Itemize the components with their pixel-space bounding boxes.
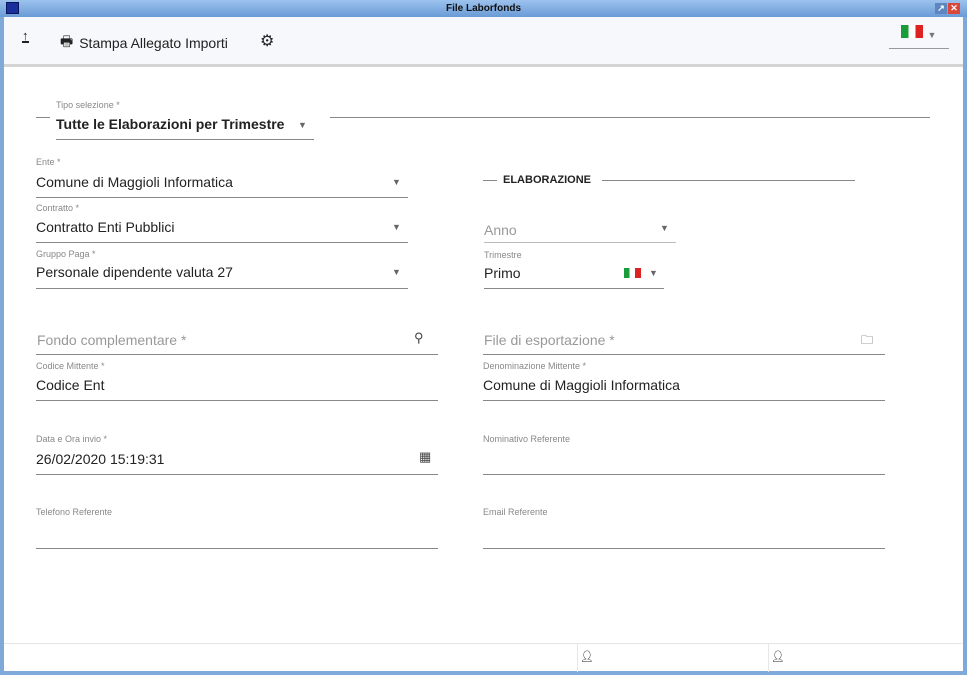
- field-value: Comune di Maggioli Informatica: [36, 174, 233, 190]
- field-label: Nominativo Referente: [483, 434, 571, 444]
- calendar-icon[interactable]: ▦: [419, 449, 431, 465]
- field-label: Data e Ora invio *: [36, 434, 108, 444]
- chevron-down-icon: ▼: [649, 268, 658, 278]
- close-button[interactable]: ✕: [948, 3, 960, 14]
- divider: [602, 180, 855, 181]
- search-icon[interactable]: ⚲: [414, 330, 424, 346]
- toolbar: ↑ 🖶 Stampa Allegato Importi ⚙ ▼: [4, 17, 963, 67]
- divider: [330, 117, 930, 118]
- field-value: 26/02/2020 15:19:31: [36, 451, 165, 467]
- field-value: Tutte le Elaborazioni per Trimestre: [56, 116, 285, 132]
- chevron-down-icon: ▼: [392, 177, 401, 187]
- print-label: Stampa Allegato Importi: [79, 35, 228, 51]
- folder-icon[interactable]: 🗀: [861, 331, 873, 352]
- printer-icon: 🖶: [60, 33, 74, 49]
- divider: [36, 117, 50, 118]
- upload-icon: ↑: [22, 28, 29, 43]
- section-title: ELABORAZIONE: [503, 174, 591, 186]
- field-value: Personale dipendente valuta 27: [36, 264, 233, 280]
- language-select[interactable]: ▼: [889, 25, 949, 49]
- field-label: Email Referente: [483, 507, 548, 517]
- title-bar: File Laborfonds ↗ ✕: [0, 0, 967, 17]
- chevron-down-icon: ▼: [660, 223, 669, 233]
- field-label: Codice Mittente *: [36, 361, 105, 371]
- status-bar: 👤︎ 👤︎: [4, 643, 963, 672]
- field-label: Denominazione Mittente *: [483, 361, 587, 371]
- field-value: Comune di Maggioli Informatica: [483, 377, 680, 393]
- restore-button[interactable]: ↗: [935, 3, 947, 14]
- user-icon: 👤︎: [580, 651, 594, 663]
- field-value: Contratto Enti Pubblici: [36, 219, 175, 235]
- user-icon: 👤︎: [771, 651, 785, 663]
- field-value: Codice Ent: [36, 377, 105, 393]
- field-label: Contratto *: [36, 203, 80, 213]
- italy-flag-icon: [901, 25, 923, 38]
- upload-button[interactable]: ↑: [22, 28, 29, 43]
- field-label: Telefono Referente: [36, 507, 113, 517]
- window-title: File Laborfonds: [446, 3, 521, 14]
- app-icon: [6, 2, 19, 14]
- chevron-down-icon: ▼: [392, 222, 401, 232]
- field-label: Trimestre: [484, 250, 522, 260]
- field-label: Gruppo Paga *: [36, 249, 96, 259]
- field-placeholder: Anno: [484, 222, 517, 238]
- divider: [483, 180, 497, 181]
- print-button[interactable]: 🖶 Stampa Allegato Importi: [60, 31, 228, 55]
- field-value: Primo: [484, 265, 521, 281]
- chevron-down-icon: ▼: [927, 30, 937, 40]
- divider: [768, 644, 769, 672]
- field-label: Ente *: [36, 157, 61, 167]
- gear-icon: ⚙: [260, 33, 275, 50]
- italy-flag-icon: [624, 268, 641, 278]
- field-placeholder: Fondo complementare *: [37, 332, 187, 348]
- chevron-down-icon: ▼: [298, 120, 307, 130]
- field-label: Tipo selezione *: [56, 100, 120, 110]
- chevron-down-icon: ▼: [392, 267, 401, 277]
- field-placeholder: File di esportazione *: [484, 332, 615, 348]
- settings-button[interactable]: ⚙: [260, 31, 274, 51]
- divider: [577, 644, 578, 672]
